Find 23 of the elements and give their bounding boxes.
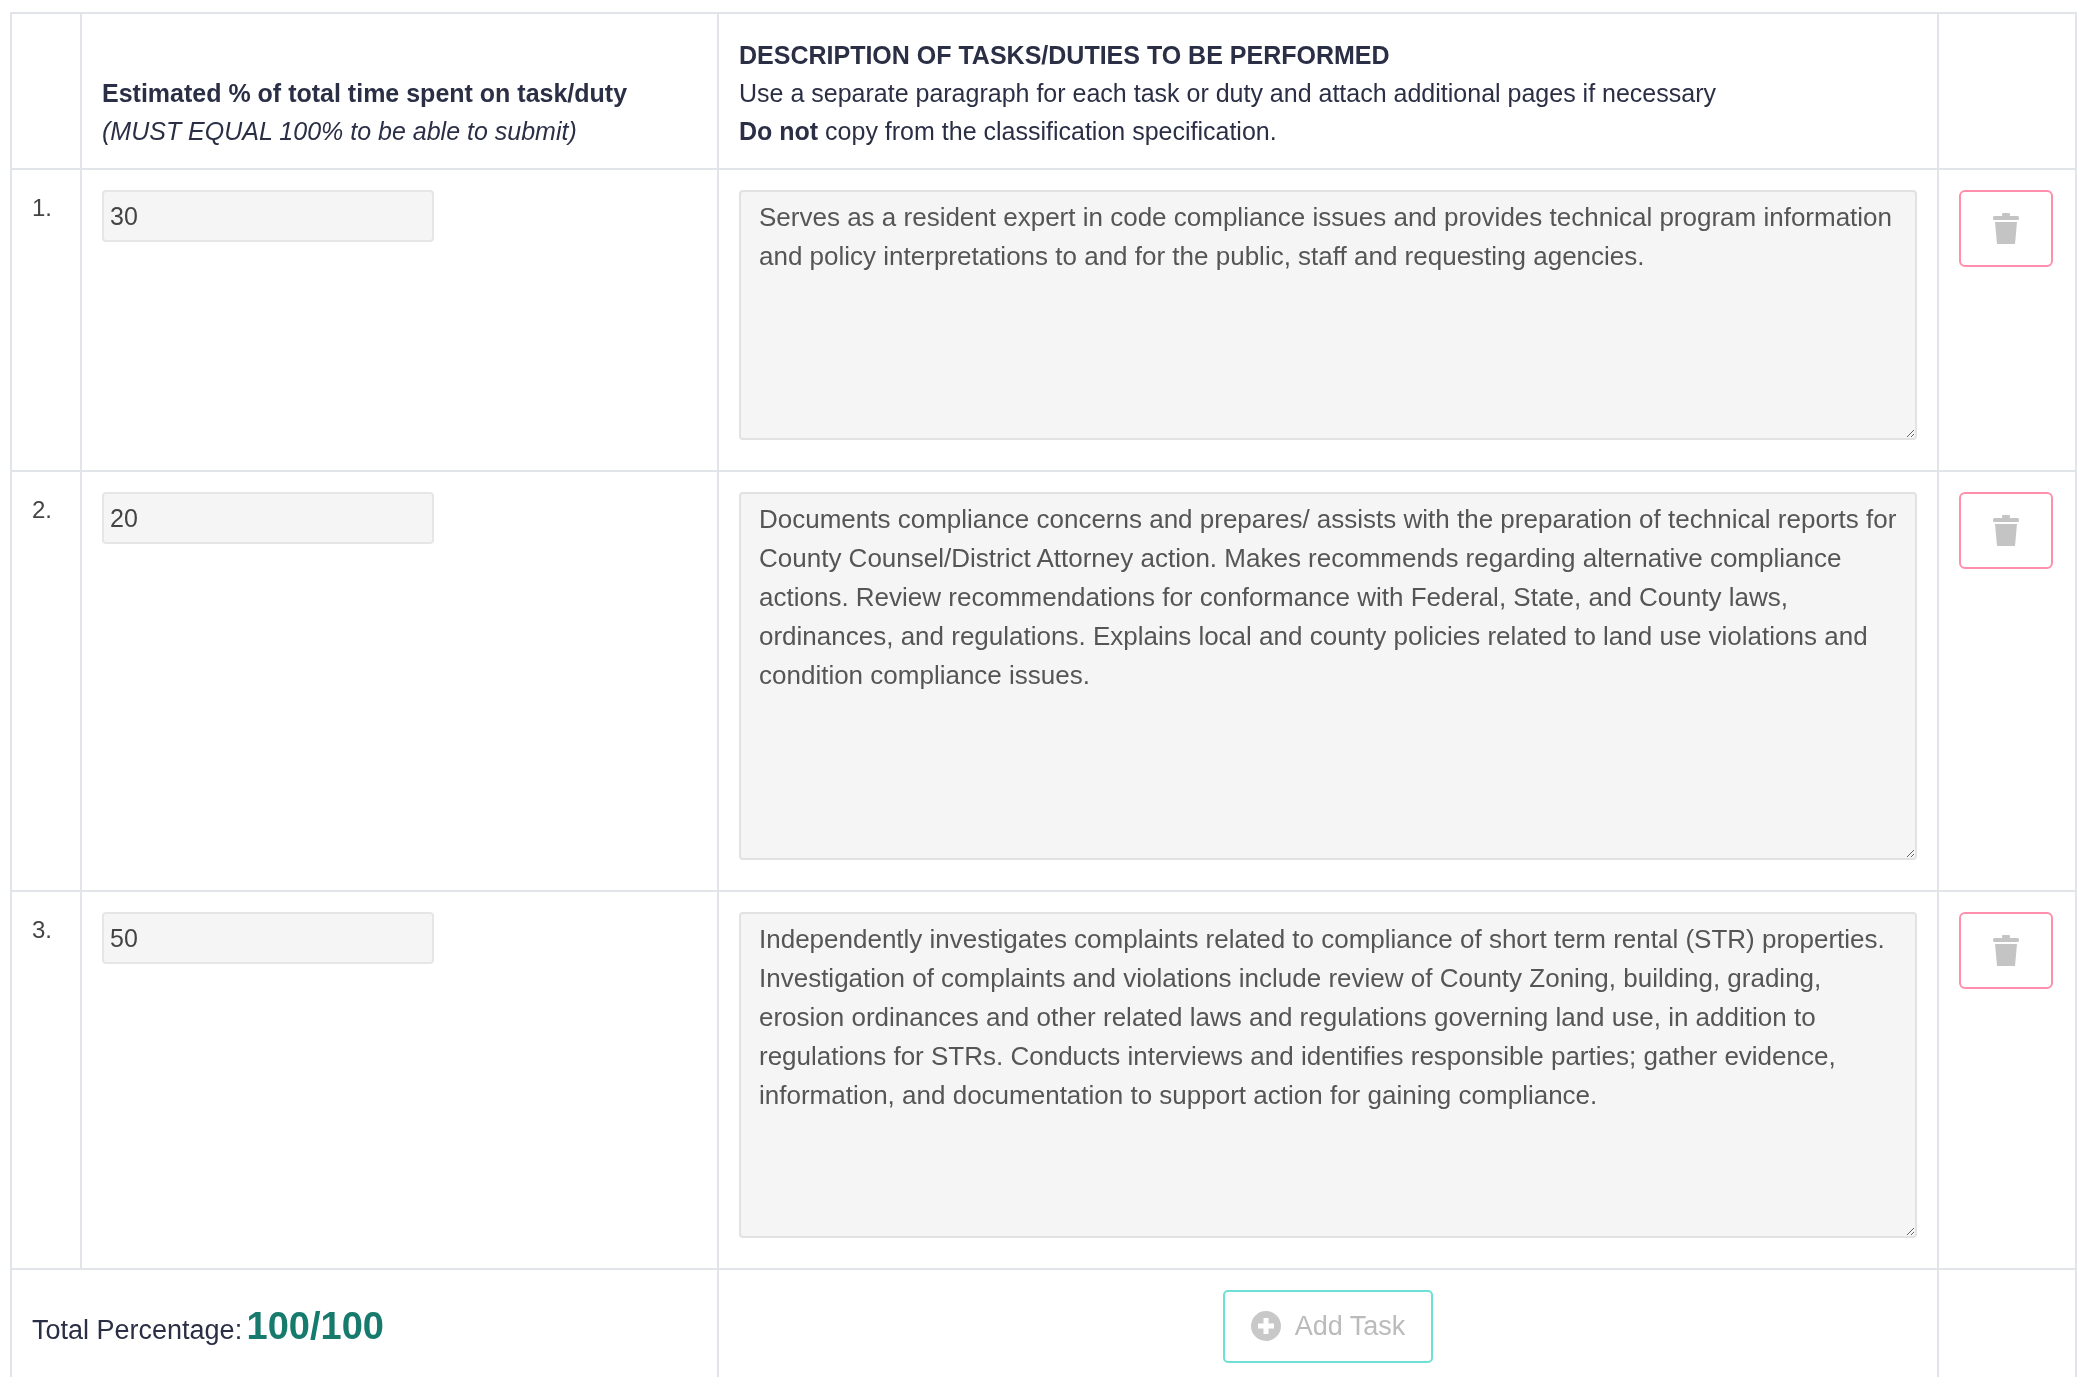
total-label: Total Percentage: [32,1315,243,1345]
column-note: (MUST EQUAL 100% to be able to submit) [102,116,578,147]
percent-field[interactable]: 30 [102,190,434,242]
description-field[interactable]: Documents compliance concerns and prepares/ assists with the preparation of technical reports for County Counsel/District Attorney action. Makes recommends regarding alternative compliance actions. Review recommendations for conformance with Federal, State, and County laws, ordinances, and regulations. Explains local and county policies related to land use violations and condition compliance issues. [739,492,1917,860]
description-field[interactable]: Serves as a resident expert in code compliance issues and provides technical program information and policy interpretations to and for the public, staff and requesting agencies. [739,190,1917,440]
percent-field[interactable]: 20 [102,492,434,544]
row-number: 2. [31,495,53,525]
column-heading: DESCRIPTION OF TASKS/DUTIES TO BE PERFORMED [739,40,1391,71]
total-value: 100/100 [246,1305,384,1347]
instruction-text: Do not copy from the classification specification. [739,116,1278,147]
column-heading: Estimated % of total time spent on task/duty [102,78,629,109]
description-field[interactable]: Independently investigates complaints related to compliance of short term rental (STR) properties. Investigation of complaints and violations include review of County Zoning, building, grading, erosion ordinances and other related laws and regulations governing land use, in addition to regulations for STRs. Conducts interviews and identifies responsible parties; gather evidence, information, and documentation to support action for gaining compliance. [739,912,1917,1238]
row-number: 3. [31,915,53,945]
trash-icon [1993,514,2019,547]
delete-button[interactable] [1959,912,2053,989]
delete-button[interactable] [1959,492,2053,569]
delete-button[interactable] [1959,190,2053,267]
trash-icon [1993,212,2019,245]
instruction-text: Use a separate paragraph for each task or duty and attach additional pages if necessary [739,78,1717,109]
trash-icon [1993,934,2019,967]
percent-field[interactable]: 50 [102,912,434,964]
plus-circle-icon [1250,1311,1281,1342]
row-number: 1. [31,193,53,223]
